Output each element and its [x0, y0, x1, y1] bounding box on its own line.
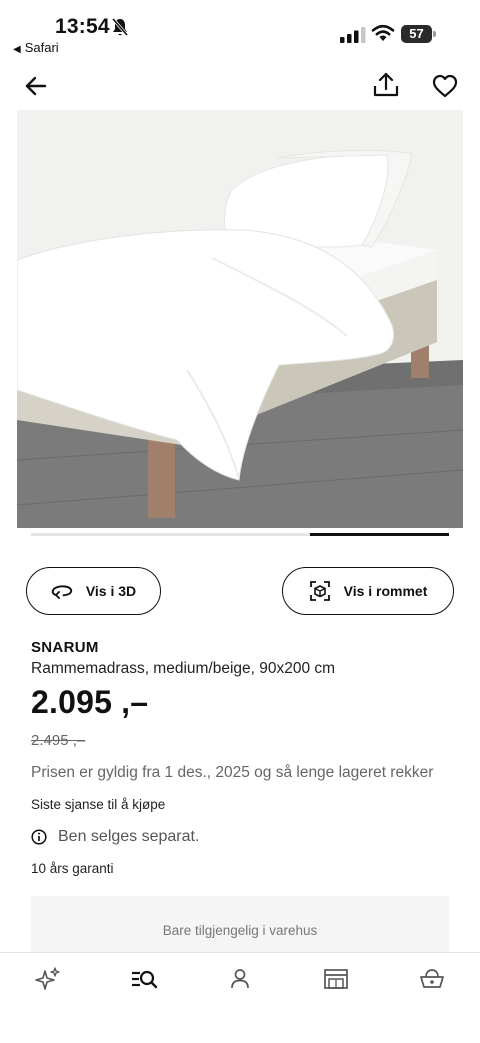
store-icon	[324, 969, 348, 989]
view-in-room-button[interactable]: Vis i rommet	[282, 567, 454, 615]
share-icon[interactable]	[370, 70, 402, 102]
image-pager	[31, 533, 449, 536]
previous-price: 2.495 ,–	[31, 732, 86, 749]
back-to-safari[interactable]: ◀ Safari	[13, 40, 59, 55]
product-description: Rammemadrass, medium/beige, 90x200 cm	[31, 660, 336, 677]
basket-icon	[420, 969, 444, 988]
back-app-label: Safari	[24, 40, 59, 55]
person-icon	[231, 969, 249, 989]
product-image[interactable]	[17, 110, 463, 528]
tab-stores[interactable]	[320, 965, 352, 993]
price-validity: Prisen er gyldig fra 1 des., 2025 og så …	[31, 764, 434, 781]
ar-cube-icon	[309, 581, 330, 601]
sparkle-icon	[35, 967, 60, 990]
back-triangle-icon: ◀	[13, 44, 21, 55]
bed-photo	[17, 110, 463, 528]
tab-inspiration[interactable]	[32, 965, 64, 993]
bottom-tab-bar	[0, 952, 480, 1043]
tab-profile[interactable]	[224, 965, 256, 993]
status-time: 13:54	[55, 15, 110, 38]
heart-icon[interactable]	[430, 72, 460, 100]
info-note-text: Ben selges separat.	[58, 828, 200, 845]
status-bar: 13:54 ◀ Safari 57	[0, 0, 480, 62]
pager-active-indicator	[310, 533, 449, 536]
rotate-3d-icon	[51, 585, 72, 599]
availability-text: Bare tilgjengelig i varehus	[162, 923, 318, 938]
bell-slash-icon	[111, 18, 129, 36]
view-3d-button[interactable]: Vis i 3D	[26, 567, 161, 615]
product-price: 2.095 ,–	[31, 684, 149, 720]
view-in-room-label: Vis i rommet	[343, 583, 428, 599]
tab-basket[interactable]	[416, 965, 448, 993]
product-name: SNARUM	[31, 639, 99, 656]
battery-icon: 57	[401, 25, 436, 43]
back-arrow-icon[interactable]	[20, 72, 50, 100]
wifi-icon	[371, 24, 395, 41]
info-icon	[31, 829, 47, 845]
last-chance-label: Siste sjanse til å kjøpe	[31, 797, 166, 812]
battery-level: 57	[401, 25, 432, 43]
view-3d-label: Vis i 3D	[85, 583, 137, 599]
battery-tip	[433, 31, 436, 37]
availability-banner: Bare tilgjengelig i varehus	[31, 896, 449, 952]
tab-search[interactable]	[128, 965, 160, 993]
cellular-signal-icon	[340, 27, 366, 43]
info-note-row: Ben selges separat.	[31, 827, 199, 847]
warranty-label: 10 års garanti	[31, 861, 114, 876]
search-list-icon	[132, 970, 158, 989]
